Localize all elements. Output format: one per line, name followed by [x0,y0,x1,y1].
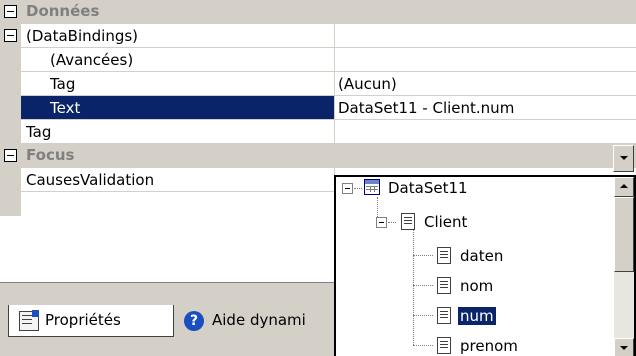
tree-connector [413,255,433,256]
tree-connector [413,285,433,286]
arrow-up-icon [620,184,628,188]
property-row-databindings[interactable]: (DataBindings) [0,24,636,48]
property-row-text-binding[interactable]: Text DataSet11 - Client.num [0,96,636,120]
binding-dropdown-popup[interactable]: DataSet11 Client daten nom num prenom [334,175,636,356]
property-value-editor[interactable]: DataSet11 - Client.num [338,99,514,117]
scroll-up-button[interactable] [614,177,634,197]
row-gutter [0,48,21,71]
row-gutter [0,120,21,143]
column-divider[interactable] [334,96,335,119]
dataset-icon [364,179,380,195]
tab-dynamic-help[interactable]: ? Aide dynami [176,305,336,337]
category-focus[interactable]: Focus [0,144,636,168]
property-row-tag-binding[interactable]: Tag (Aucun) [0,72,636,96]
column-icon [437,307,451,324]
column-icon [437,247,451,264]
category-label: Focus [26,146,75,164]
tree-item-label: prenom [460,337,518,355]
column-divider[interactable] [334,24,335,47]
category-label: Données [26,2,100,20]
category-data[interactable]: Données [0,0,636,24]
property-row-advanced[interactable]: (Avancées) [0,48,636,72]
column-icon [437,337,451,354]
row-gutter [0,96,21,119]
column-divider[interactable] [334,72,335,95]
tree-connector [413,315,433,316]
collapse-icon[interactable] [342,183,353,194]
column-icon [437,277,451,294]
property-name: Tag [50,75,76,93]
tree-item-label: Client [424,213,468,231]
tab-label: Aide dynami [212,311,306,329]
dropdown-arrow-icon [620,156,628,160]
collapse-toggle-icon[interactable] [4,149,17,162]
property-value[interactable]: (Aucun) [338,75,397,93]
tab-label: Propriétés [45,311,121,329]
column-divider[interactable] [334,120,335,143]
row-gutter [0,144,21,167]
tree-item-label: daten [460,247,504,265]
scroll-down-button[interactable] [614,338,634,356]
vertical-scrollbar[interactable] [614,177,634,356]
tree-item-label: num [458,307,496,325]
row-gutter [0,0,21,23]
help-icon: ? [184,311,204,331]
row-gutter [0,192,21,216]
tree-connector [354,188,362,189]
property-name: (Avancées) [50,51,134,69]
tree-connector [413,229,414,345]
tree-item-label: nom [460,277,494,295]
property-name: CausesValidation [26,171,155,189]
arrow-down-icon [620,346,628,350]
row-gutter [0,72,21,95]
dropdown-button[interactable] [613,145,634,172]
properties-icon [19,310,39,331]
tree-connector [388,222,396,223]
scrollbar-thumb[interactable] [614,197,634,272]
collapse-toggle-icon[interactable] [4,29,17,42]
property-row-tag[interactable]: Tag [0,120,636,144]
row-gutter [0,24,21,47]
tree-connector [413,345,433,346]
row-gutter [0,168,21,191]
column-divider[interactable] [334,48,335,71]
collapse-toggle-icon[interactable] [4,5,17,18]
selected-name-cell[interactable]: Text [21,96,334,119]
tab-bar: Propriétés ? Aide dynami [0,282,334,356]
tab-properties[interactable]: Propriétés [8,305,174,337]
table-icon [401,213,415,230]
property-name: Tag [26,123,52,141]
property-name: Text [50,99,81,117]
property-name: (DataBindings) [26,27,139,45]
tree-item-label: DataSet11 [388,179,468,197]
collapse-icon[interactable] [376,217,387,228]
